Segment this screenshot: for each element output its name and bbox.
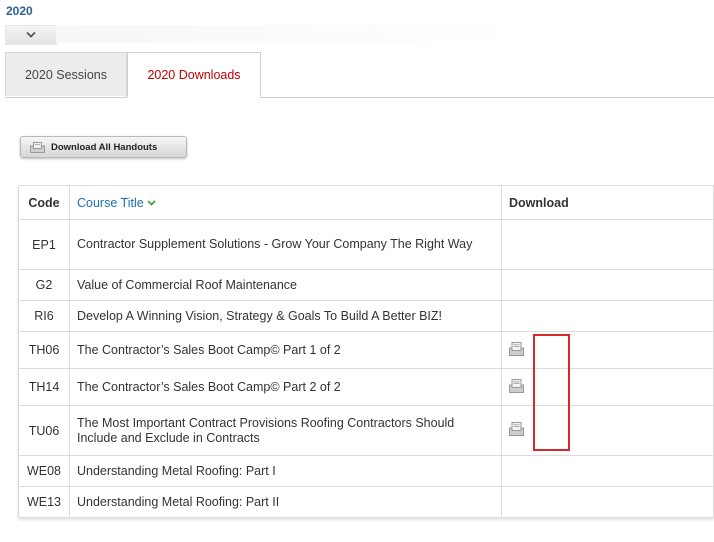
row-code: TH14 (18, 368, 70, 406)
row-code: TU06 (18, 405, 70, 456)
row-download-cell (501, 269, 714, 301)
table-row: TU06 The Most Important Contract Provisio… (18, 405, 714, 456)
table-header-row: Code Course Title Download (18, 185, 714, 220)
tab-2020-sessions[interactable]: 2020 Sessions (5, 52, 127, 96)
table-row: TH14 The Contractor’s Sales Boot Camp© Pa… (18, 368, 714, 406)
tab-bar: 2020 Sessions 2020 Downloads (5, 52, 714, 98)
table-row: WE08 Understanding Metal Roofing: Part I (18, 455, 714, 487)
row-download-cell (501, 368, 714, 406)
table-row: EP1 Contractor Supplement Solutions - Gro… (18, 219, 714, 270)
document-icon (30, 141, 45, 153)
row-course-title: Understanding Metal Roofing: Part I (69, 455, 502, 487)
course-title-header-label: Course Title (77, 195, 144, 210)
year-label[interactable]: 2020 (6, 4, 33, 18)
row-course-title: The Most Important Contract Provisions R… (69, 405, 502, 456)
row-download-cell (501, 219, 714, 270)
row-course-title: Develop A Winning Vision, Strategy & Goa… (69, 300, 502, 332)
tab-2020-downloads[interactable]: 2020 Downloads (127, 52, 261, 98)
row-course-title: The Contractor’s Sales Boot Camp© Part 1… (69, 331, 502, 369)
download-all-handouts-button[interactable]: Download All Handouts (20, 136, 187, 158)
row-download-cell (501, 486, 714, 518)
column-header-download[interactable]: Download (501, 185, 714, 220)
column-header-code[interactable]: Code (18, 185, 70, 220)
row-download-cell (501, 455, 714, 487)
table-row: TH06 The Contractor’s Sales Boot Camp© Pa… (18, 331, 714, 369)
row-download-cell (501, 331, 714, 369)
row-download-cell (501, 300, 714, 332)
row-code: RI6 (18, 300, 70, 332)
row-code: TH06 (18, 331, 70, 369)
row-code: EP1 (18, 219, 70, 270)
row-course-title: The Contractor’s Sales Boot Camp© Part 2… (69, 368, 502, 406)
downloads-table: Code Course Title Download EP1 Contractor… (18, 185, 714, 518)
download-document-icon[interactable] (509, 422, 524, 436)
collapse-bar (56, 25, 714, 43)
column-header-course-title[interactable]: Course Title (69, 185, 502, 220)
row-course-title: Contractor Supplement Solutions - Grow Y… (69, 219, 502, 270)
collapse-toggle-button[interactable] (5, 25, 57, 45)
table-row: WE13 Understanding Metal Roofing: Part II (18, 486, 714, 518)
row-code: WE08 (18, 455, 70, 487)
download-document-icon[interactable] (509, 341, 524, 356)
row-code: G2 (18, 269, 70, 301)
row-course-title: Understanding Metal Roofing: Part II (69, 486, 502, 518)
chevron-down-icon (26, 31, 36, 38)
sort-chevron-icon (147, 200, 156, 206)
download-document-icon[interactable] (509, 378, 524, 393)
row-code: WE13 (18, 486, 70, 518)
row-course-title: Value of Commercial Roof Maintenance (69, 269, 502, 301)
table-row: G2 Value of Commercial Roof Maintenance (18, 269, 714, 301)
row-download-cell (501, 405, 714, 456)
download-all-label: Download All Handouts (51, 141, 158, 153)
table-row: RI6 Develop A Winning Vision, Strategy & … (18, 300, 714, 332)
